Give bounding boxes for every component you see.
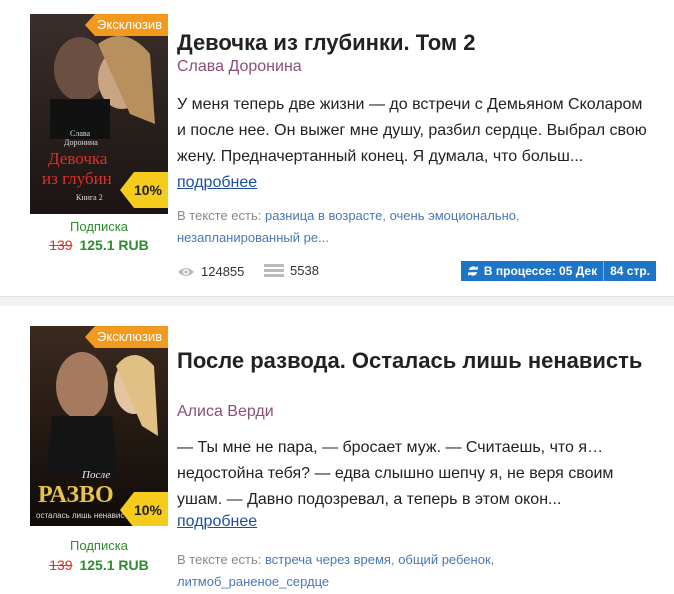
new-price: 125.1 RUB [79, 557, 149, 573]
tag-link[interactable]: встреча через время [265, 552, 391, 567]
book-title[interactable]: После развода. Осталась лишь ненависть [177, 348, 647, 374]
new-price: 125.1 RUB [79, 237, 149, 253]
library-count: 5538 [290, 263, 319, 278]
status-text: В процессе: 05 Дек [483, 264, 598, 278]
description-text: У меня теперь две жизни — до встречи с Д… [177, 96, 647, 165]
cover-author-2: Доронина [64, 138, 98, 147]
book-author[interactable]: Алиса Верди [177, 403, 274, 421]
book-description: У меня теперь две жизни — до встречи с Д… [177, 92, 647, 196]
cover-title-1: Девочка [48, 149, 108, 168]
subscription-label: Подписка [70, 538, 128, 553]
cover-subtitle: осталась лишь ненависть [36, 511, 132, 520]
status-badge: В процессе: 05 Дек 84 стр. [460, 261, 656, 281]
cover-title-2: РАЗВО [38, 482, 114, 508]
tags-label: В тексте есть: [177, 208, 262, 223]
old-price: 139 [49, 237, 73, 253]
price: 139 125.1 RUB [30, 237, 168, 253]
tag-link[interactable]: общий ребенок [398, 552, 490, 567]
views-counter: 124855 [177, 264, 244, 279]
tag-link[interactable]: литмоб_раненое_сердце [177, 574, 329, 589]
more-link[interactable]: подробнее [177, 174, 257, 191]
description-text: — Ты мне не пара, — бросает муж. — Счита… [177, 439, 614, 508]
tag-link[interactable]: незапланированный ре... [177, 230, 329, 245]
cover-volume: Книга 2 [76, 193, 103, 202]
book-author[interactable]: Слава Доронина [177, 58, 302, 76]
cover-title-1: После [81, 469, 110, 481]
more-link[interactable]: подробнее [177, 513, 257, 531]
pages-count: 84 стр. [603, 261, 656, 281]
tag-link[interactable]: очень эмоционально [390, 208, 516, 223]
books-icon [264, 263, 285, 277]
cover-author-1: Слава [70, 129, 91, 138]
tags-label: В тексте есть: [177, 552, 262, 567]
book-description: — Ты мне не пара, — бросает муж. — Счита… [177, 435, 647, 513]
tags: В тексте есть: встреча через время, общи… [177, 552, 495, 589]
price: 139 125.1 RUB [30, 557, 168, 573]
refresh-icon [467, 266, 478, 276]
book-cover[interactable]: Слава Доронина Девочка из глубин Книга 2… [30, 14, 168, 214]
exclusive-badge: Эксклюзив [85, 14, 168, 36]
views-count: 124855 [201, 264, 245, 279]
exclusive-badge: Эксклюзив [85, 326, 168, 348]
tags: В тексте есть: разница в возрасте, очень… [177, 208, 520, 245]
book-cover[interactable]: После РАЗВО осталась лишь ненависть Экск… [30, 326, 168, 526]
book-card: Слава Доронина Девочка из глубин Книга 2… [0, 0, 674, 296]
book-stats: 124855 5538 [177, 263, 335, 281]
cover-title-2: из глубин [42, 169, 112, 188]
card-divider [0, 296, 674, 306]
tag-link[interactable]: разница в возрасте [265, 208, 382, 223]
book-title[interactable]: Девочка из глубинки. Том 2 [177, 30, 647, 56]
old-price: 139 [49, 557, 73, 573]
eye-icon [178, 267, 194, 276]
book-card: После РАЗВО осталась лишь ненависть Экск… [0, 306, 674, 594]
subscription-label: Подписка [70, 219, 128, 234]
library-counter: 5538 [264, 263, 319, 278]
